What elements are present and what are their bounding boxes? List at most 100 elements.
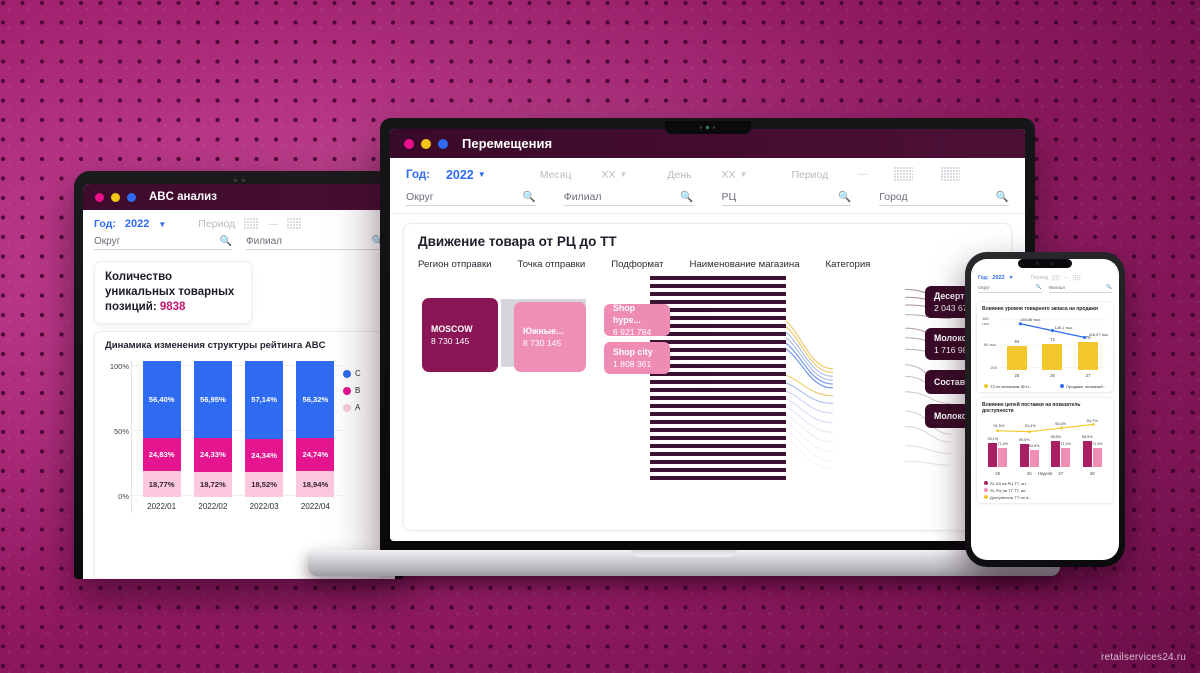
y-tick-50: 50%: [113, 427, 129, 436]
phone-chart2-legend-item[interactable]: SL РЦ на ТТ ТТ, шт: [984, 488, 1108, 493]
search-input-okrug[interactable]: Округ 🔍: [406, 190, 536, 206]
panel-tab-3[interactable]: Наименование магазина: [690, 259, 800, 270]
search-placeholder-okrug: Округ: [406, 190, 434, 203]
phone-chart1-legend-item[interactable]: Продажи, активный...: [1060, 384, 1106, 389]
close-dot-icon[interactable]: [95, 192, 104, 202]
x-tick: 26: [1026, 470, 1032, 476]
sankey-node-moscow[interactable]: MOSCOW 8 730 145: [422, 298, 498, 372]
phone-screen: Год: 2022 ▼ Период — Округ 🔍 Филиал 🔍 Вл…: [971, 259, 1119, 560]
legend-label: SL KA на РЦ ТТ, шт: [990, 480, 1027, 486]
legend-swatch: [984, 488, 988, 493]
search-placeholder-filial: Филиал: [246, 236, 283, 247]
x-tick: 26: [1050, 372, 1055, 378]
phone-chart1-plot: 140,86 тыс. 128,1 тыс. 116,07 тыс. 64 72 79 …: [999, 316, 1109, 382]
phone-chart2-bar: 93,1%: [988, 437, 998, 467]
chevron-down-icon[interactable]: ▼: [478, 170, 486, 179]
chevron-down-icon[interactable]: ▼: [158, 220, 166, 229]
search-icon[interactable]: 🔍: [838, 190, 851, 203]
day-value[interactable]: XX: [722, 169, 736, 181]
legend-swatch: [1060, 384, 1065, 389]
search-input-okrug[interactable]: Округ 🔍: [978, 284, 1042, 293]
search-placeholder-filial: Филиал: [563, 190, 602, 203]
chevron-down-icon[interactable]: ▼: [740, 170, 748, 179]
phone-chart1-legend-item[interactable]: ТЗ по активным SKU...: [984, 384, 1032, 389]
sankey-node-yuzhnye[interactable]: Южные... 8 730 145: [514, 302, 586, 372]
chevron-down-icon[interactable]: ▼: [1009, 275, 1014, 281]
bar-value-label: 72: [1050, 336, 1055, 342]
y-tick-200: 200: [990, 364, 997, 370]
chevron-down-icon[interactable]: ▼: [619, 170, 627, 179]
search-input-filial[interactable]: Филиал 🔍: [1048, 284, 1112, 293]
abc-segment-A: 18,77%: [142, 471, 181, 497]
node-label: Shop city: [613, 347, 653, 357]
phone-chart2-legend-item[interactable]: Доступность ТТ по а...: [984, 495, 1108, 500]
abc-segment-A: 18,52%: [245, 471, 284, 497]
phone-chart2-legend-item[interactable]: SL KA на РЦ ТТ, шт: [984, 481, 1108, 486]
calendar-start-icon[interactable]: [244, 218, 260, 230]
phone-chart2-point-label: 91,5%: [993, 422, 1005, 428]
phone-chart1-point-label: 128,1 тыс.: [1054, 324, 1074, 330]
phone-chart1-point-label: 140,86 тыс.: [1020, 316, 1041, 322]
minimize-dot-icon[interactable]: [421, 138, 431, 149]
legend-swatch: [984, 384, 988, 389]
abc-segment-B: 24,34%: [245, 438, 284, 472]
phone-chart1-bar[interactable]: 64: [1006, 339, 1027, 370]
search-icon[interactable]: 🔍: [220, 236, 232, 247]
phone-chart2-bar-group[interactable]: 93,1% 71,9%: [988, 437, 1008, 467]
sankey-node-shop-hype[interactable]: Shop hype... 6 921 784: [604, 303, 670, 337]
phone-chart1-y-axis: 160 тыс. 80 тыс. 200: [982, 316, 998, 370]
panel-tab-1[interactable]: Точка отправки: [518, 259, 586, 270]
search-input-rc[interactable]: РЦ 🔍: [721, 190, 852, 206]
phone-chart2-bar-group[interactable]: 89,5% 62,8%: [1019, 438, 1039, 467]
panel-tab-4[interactable]: Категория: [826, 259, 871, 270]
sankey-node-shop-city[interactable]: Shop city 1 808 361: [604, 342, 670, 374]
phone-chart2-legend: SL KA на РЦ ТТ, шт SL РЦ на ТТ ТТ, шт Дост…: [982, 481, 1108, 500]
search-icon[interactable]: 🔍: [523, 190, 536, 203]
month-value[interactable]: XX: [601, 169, 615, 181]
maximize-dot-icon[interactable]: [438, 138, 448, 149]
search-input-filial[interactable]: Филиал 🔍: [563, 190, 694, 206]
search-icon[interactable]: 🔍: [1036, 284, 1042, 290]
phone-chart1-bars: 64 72 79: [999, 335, 1106, 370]
abc-bar[interactable]: 56,40% 24,83% 18,77%: [142, 361, 181, 497]
phone-chart2-bar-group[interactable]: 98,5% 71,3%: [1082, 435, 1102, 467]
panel-tab-2[interactable]: Подформат: [611, 259, 663, 270]
abc-segment-C: 56,40%: [142, 361, 181, 438]
legend-label: Продажи, активный...: [1066, 383, 1106, 389]
search-icon[interactable]: 🔍: [1106, 284, 1112, 290]
y-tick-100: 100%: [109, 362, 129, 371]
search-input-okrug[interactable]: Округ 🔍: [94, 236, 232, 250]
search-placeholder-gorod: Город: [879, 190, 908, 203]
phone-chart-stock-impact: 160 тыс. 80 тыс. 200 140,86 тыс.128,1 т: [982, 316, 1109, 382]
year-value[interactable]: 2022: [446, 168, 474, 182]
year-value[interactable]: 2022: [992, 275, 1004, 281]
phone-chart2-bar: 62,8%: [1029, 444, 1039, 467]
phone-card-supply-chain: Влияние цепей поставки на показатель дос…: [976, 396, 1114, 504]
phone-chart1-bar[interactable]: 72: [1042, 337, 1063, 370]
minimize-dot-icon[interactable]: [111, 192, 120, 202]
phone-chart2-bar-group[interactable]: 98,5% 71,3%: [1051, 435, 1071, 467]
abc-bar[interactable]: 57,14% 24,34% 18,52%: [245, 361, 284, 497]
year-value[interactable]: 2022: [125, 218, 149, 230]
phone-chart1-title: Влияние уровня товарного запаса на прода…: [982, 306, 1098, 312]
phone-chart2-bar: 71,9%: [998, 442, 1008, 467]
search-icon[interactable]: 🔍: [996, 190, 1009, 203]
calendar-start-icon[interactable]: [894, 167, 914, 182]
search-icon[interactable]: 🔍: [680, 190, 693, 203]
abc-segment-B: 24,83%: [142, 437, 181, 472]
maximize-dot-icon[interactable]: [127, 192, 136, 202]
panel-tab-0[interactable]: Регион отправки: [418, 259, 492, 270]
close-dot-icon[interactable]: [404, 138, 414, 149]
phone-chart2-point-label: 94,7%: [1086, 417, 1098, 423]
search-input-gorod[interactable]: Город 🔍: [879, 190, 1009, 206]
x-tick: 25: [1014, 372, 1020, 378]
phone-chart1-bar[interactable]: 79: [1078, 335, 1099, 370]
abc-x-tick: 2022/02: [198, 501, 228, 511]
calendar-end-icon[interactable]: [941, 167, 961, 182]
calendar-end-icon[interactable]: [287, 218, 303, 230]
calendar-start-icon[interactable]: [1052, 275, 1061, 281]
bar-value-label: 98,5%: [1050, 435, 1061, 440]
node-label: Южные...: [523, 326, 564, 336]
calendar-end-icon[interactable]: [1073, 275, 1082, 281]
abc-bar[interactable]: 56,95% 24,33% 18,72%: [193, 361, 232, 497]
